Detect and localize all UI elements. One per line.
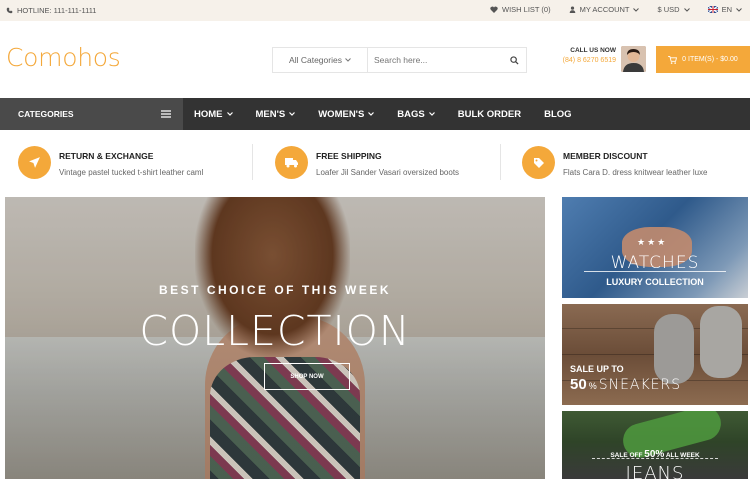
wishlist-link[interactable]: WISH LIST (0) [490, 5, 551, 14]
banner-subtitle: LUXURY COLLECTION [606, 277, 704, 287]
features-strip: RETURN & EXCHANGE Vintage pastel tucked … [0, 130, 750, 196]
nav-item-label: HOME [194, 108, 223, 120]
banner-percent: 50% [644, 449, 665, 460]
feature-return-exchange: RETURN & EXCHANGE Vintage pastel tucked … [18, 146, 203, 179]
main-nav: CATEGORIES HOME MEN'S WOMEN'S BAGS BULK ORDE… [0, 98, 750, 130]
account-link[interactable]: MY ACCOUNT [569, 5, 640, 14]
currency-label: $ USD [657, 5, 680, 14]
chevron-down-icon [683, 7, 690, 12]
paper-plane-icon [28, 156, 41, 169]
banner-sneakers-headline: 50 % SNEAKERS [570, 376, 681, 393]
hero-slider: BEST CHOICE OF THIS WEEK COLLECTION SHOP… [5, 197, 545, 479]
chevron-down-icon [226, 112, 233, 116]
feature-desc: Flats Cara D. dress knitwear leather lux… [563, 168, 708, 177]
banner-image-sneaker [654, 314, 694, 384]
chevron-down-icon [289, 112, 296, 116]
chevron-down-icon [736, 7, 742, 12]
hero-subtitle: BEST CHOICE OF THIS WEEK [158, 283, 391, 297]
feature-title: MEMBER DISCOUNT [563, 151, 648, 161]
banner-divider [584, 271, 726, 272]
chevron-down-icon [633, 7, 640, 12]
call-us-label: CALL US NOW [570, 47, 616, 54]
search-category-label: All Categories [289, 55, 342, 65]
currency-selector[interactable]: $ USD [657, 5, 690, 14]
hamburger-icon [161, 110, 171, 118]
nav-item-label: WOMEN'S [318, 108, 365, 120]
nav-item-men-s[interactable]: MEN'S [256, 109, 296, 120]
truck-icon [284, 157, 299, 168]
language-label: EN [721, 5, 732, 14]
user-icon [569, 6, 576, 13]
heart-icon [490, 6, 498, 13]
banner-sneakers[interactable]: SALE UP TO 50 % SNEAKERS [562, 304, 748, 405]
call-us-phone: (84) 8 6270 6519 [562, 57, 616, 64]
feature-divider [252, 144, 253, 180]
cart-icon [668, 55, 678, 64]
chevron-down-icon [345, 58, 351, 62]
hotline-text: HOTLINE: 111-111-1111 [17, 6, 97, 15]
categories-menu-button[interactable]: CATEGORIES [0, 98, 183, 130]
banner-title: WATCHES [610, 253, 700, 273]
nav-item-blog[interactable]: BLOG [544, 109, 571, 120]
banner-jeans[interactable]: SALE OFF 50% ALL WEEK JEANS [562, 411, 748, 479]
search-input[interactable] [368, 48, 502, 72]
cart-summary: 0 ITEM(S) - $0.00 [682, 56, 738, 63]
feature-desc: Loafer Jil Sander Vasari oversized boots [316, 168, 460, 177]
feature-divider [500, 144, 501, 180]
hero-title: COLLECTION [139, 307, 411, 355]
nav-items: HOME MEN'S WOMEN'S BAGS BULK ORDER BLOG [183, 98, 595, 130]
search-button[interactable] [502, 48, 526, 72]
feature-icon-circle [522, 146, 555, 179]
feature-desc: Vintage pastel tucked t-shirt leather ca… [59, 168, 204, 177]
language-selector[interactable]: EN [707, 5, 742, 14]
feature-icon-circle [18, 146, 51, 179]
uk-flag-icon [707, 6, 718, 13]
nav-item-label: MEN'S [255, 108, 286, 120]
banner-percent: 50 [570, 376, 587, 393]
search-category-select[interactable]: All Categories [273, 48, 368, 72]
categories-label: CATEGORIES [18, 109, 74, 119]
hotline: HOTLINE: 111-111-1111 [6, 6, 96, 15]
site-logo[interactable]: Comohos [6, 43, 121, 72]
chevron-down-icon [368, 112, 375, 116]
banner-watches[interactable]: ★★★ WATCHES LUXURY COLLECTION [562, 197, 748, 298]
nav-item-bags[interactable]: BAGS [397, 108, 435, 120]
top-bar: HOTLINE: 111-111-1111 WISH LIST (0) MY A… [0, 0, 750, 21]
banner-title: SNEAKERS [598, 377, 682, 393]
chevron-down-icon [428, 112, 435, 116]
nav-item-women-s[interactable]: WOMEN'S [318, 108, 375, 120]
stars-icon: ★★★ [637, 237, 668, 247]
banner-sale-label: SALE UP TO [570, 364, 624, 374]
account-label: MY ACCOUNT [579, 5, 630, 14]
nav-item-label: BULK ORDER [457, 108, 522, 120]
cart-button[interactable]: 0 ITEM(S) - $0.00 [656, 46, 750, 73]
wishlist-label: WISH LIST (0) [501, 5, 551, 14]
feature-member-discount: MEMBER DISCOUNT Flats Cara D. dress knit… [522, 146, 708, 179]
banner-image-sneaker [700, 306, 742, 378]
feature-free-shipping: FREE SHIPPING Loafer Jil Sander Vasari o… [275, 146, 459, 179]
feature-icon-circle [275, 146, 308, 179]
banner-percent-sign: % [588, 381, 597, 391]
feature-title: RETURN & EXCHANGE [59, 151, 154, 161]
banner-sale-prefix: SALE OFF [610, 452, 643, 459]
phone-icon [6, 7, 13, 14]
nav-item-home[interactable]: HOME [194, 109, 233, 120]
feature-title: FREE SHIPPING [316, 151, 382, 161]
site-header: Comohos All Categories CALL US NOW (84) … [0, 21, 750, 98]
nav-item-bulk-order[interactable]: BULK ORDER [458, 109, 521, 120]
nav-item-label: BAGS [397, 108, 425, 120]
banner-sale-label: SALE OFF 50% ALL WEEK [562, 449, 748, 460]
search-icon [509, 55, 519, 65]
nav-item-label: BLOG [544, 108, 572, 120]
shop-now-button[interactable]: SHOP NOW [264, 363, 350, 390]
search-bar: All Categories [272, 47, 527, 73]
call-us: CALL US NOW (84) 8 6270 6519 [552, 47, 616, 64]
support-agent-avatar [621, 46, 646, 72]
banner-title: JEANS [625, 463, 685, 479]
banner-sale-suffix: ALL WEEK [665, 452, 700, 459]
tag-icon [533, 157, 545, 169]
